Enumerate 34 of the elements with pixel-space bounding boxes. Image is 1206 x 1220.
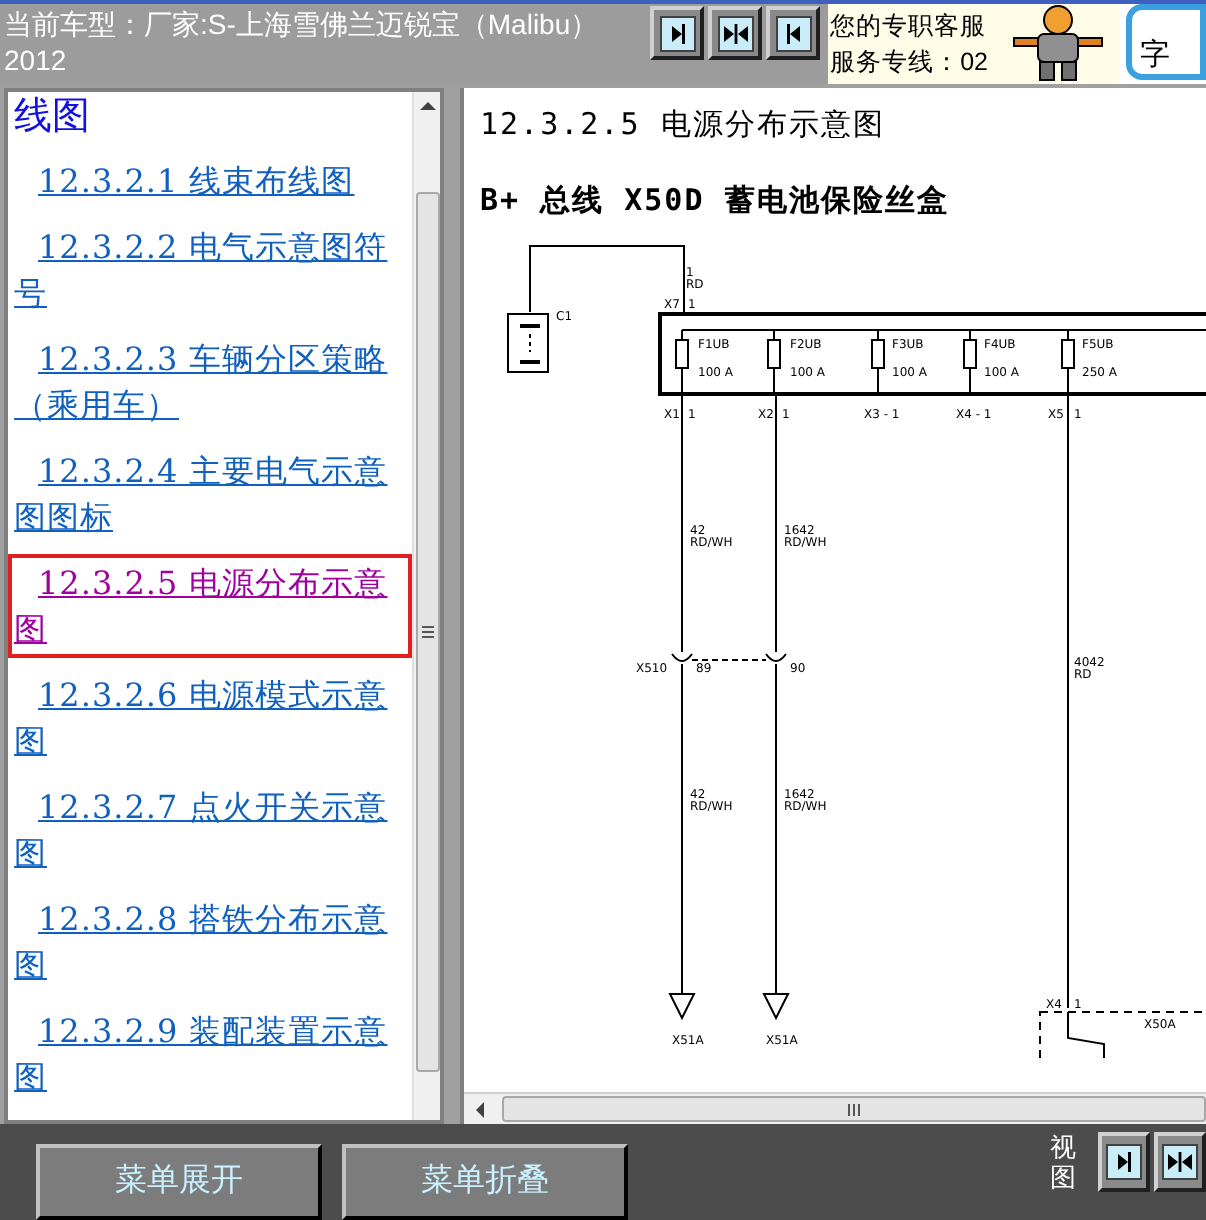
chapter-link[interactable]: 12.3.2.6 电源模式示意图 (14, 672, 406, 764)
chapter-link[interactable]: 12.3.2.1 线束布线图 (14, 158, 406, 204)
chapter-link[interactable]: 12.3.2.7 点火开关示意图 (14, 784, 406, 876)
scrollbar-thumb[interactable] (502, 1096, 1206, 1122)
view-toggle-button[interactable] (708, 6, 763, 60)
service-label: 您的专职客服 (830, 10, 989, 44)
section-heading: 线图 (12, 92, 92, 140)
view-control-label: 视图 (1050, 1132, 1078, 1192)
scroll-left-icon[interactable] (474, 1101, 486, 1117)
chapter-link[interactable]: 12.3.2.9 装配装置示意图 (14, 1008, 406, 1100)
chapter-link[interactable]: 12.3.2.4 主要电气示意图图标 (14, 448, 406, 540)
chapter-link[interactable]: 12.3.2.2 电气示意图符号 (14, 224, 406, 316)
view-toggle-button[interactable] (1154, 1132, 1206, 1192)
chapter-link[interactable]: 12.3.2.8 搭铁分布示意图 (14, 896, 406, 988)
view-toggle-button[interactable] (650, 6, 705, 60)
grip-icon (421, 626, 433, 638)
horizontal-scrollbar[interactable] (464, 1092, 1206, 1124)
scrollbar-thumb[interactable] (415, 192, 439, 1072)
split-arrows-icon (721, 19, 750, 47)
chapter-link[interactable]: 12.3.2.3 车辆分区策略（乘用车） (14, 336, 406, 428)
diagram-title: 12.3.2.5 电源分布示意图 (478, 104, 887, 144)
scroll-up-icon[interactable] (419, 100, 435, 112)
grip-icon (848, 1103, 860, 1115)
chapter-link[interactable]: 12.3.2.5 电源分布示意图 (14, 560, 406, 652)
menu-toggle-button[interactable]: 菜单折叠 (342, 1144, 628, 1220)
view-toggle-button[interactable] (1098, 1132, 1150, 1192)
vertical-scrollbar[interactable] (412, 92, 440, 1120)
view-toggle-button[interactable] (766, 6, 821, 60)
menu-toggle-button[interactable]: 菜单展开 (36, 1144, 322, 1220)
diagram-subtitle: B+ 总线 X50D 蓄电池保险丝盒 (478, 180, 951, 220)
service-phone: 服务专线：02 (830, 46, 990, 80)
split-arrows-icon (1166, 1148, 1194, 1176)
vehicle-model-label: 当前车型：厂家:S-上海雪佛兰迈锐宝（Malibu）2012 (2, 6, 601, 80)
keyword-box[interactable]: 字 (1126, 4, 1206, 80)
